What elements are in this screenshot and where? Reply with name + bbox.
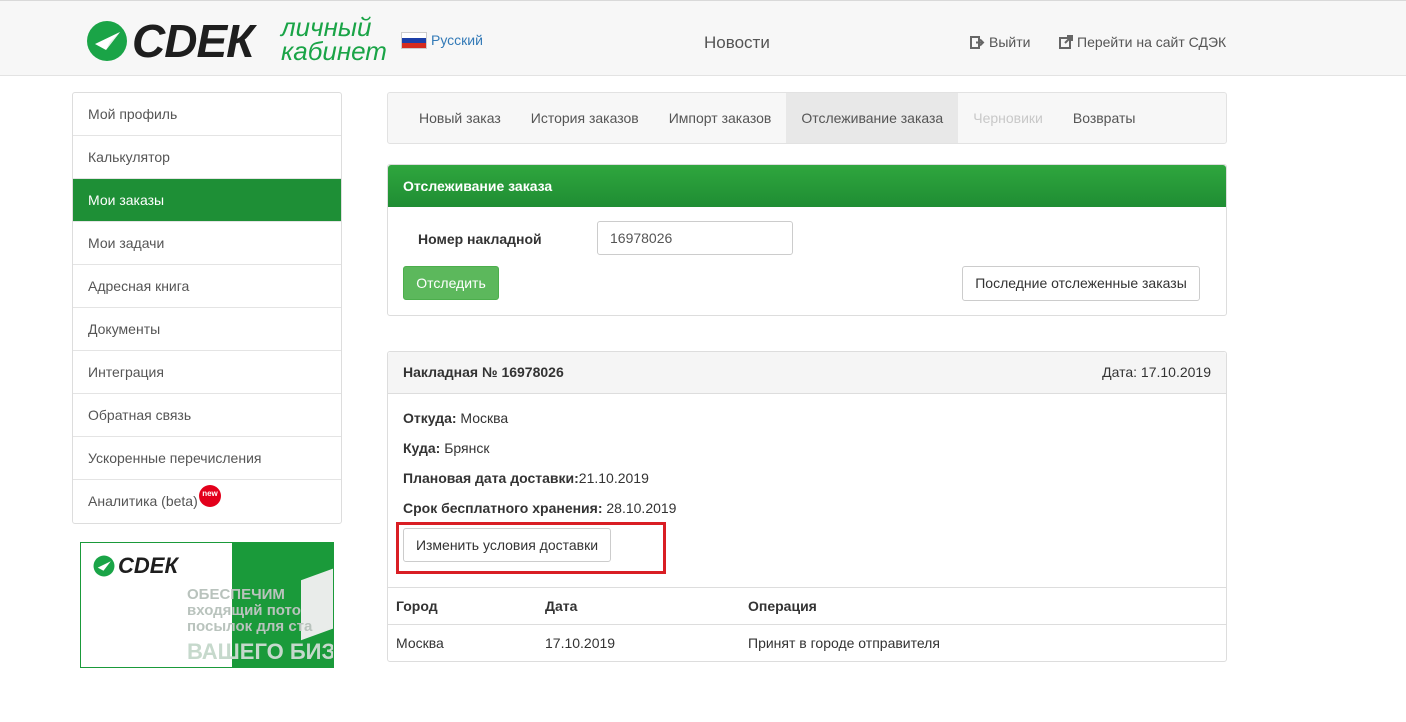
tab-import-orders[interactable]: Импорт заказов bbox=[654, 93, 787, 143]
russia-flag-icon bbox=[402, 32, 426, 48]
to-value: Брянск bbox=[444, 440, 490, 456]
banner-line-4: ВАШЕГО БИЗ bbox=[187, 639, 334, 664]
sidebar-item-calculator[interactable]: Калькулятор bbox=[73, 136, 341, 179]
storage-date-label: Срок бесплатного хранения: bbox=[403, 500, 603, 516]
info-to: Куда: Брянск bbox=[403, 440, 489, 456]
tracking-panel: Отслеживание заказа Номер накладной Отсл… bbox=[387, 164, 1227, 316]
banner-text: ОБЕСПЕЧИМ входящий пото посылок для ста bbox=[187, 587, 312, 635]
sidebar-item-address-book[interactable]: Адресная книга bbox=[73, 265, 341, 308]
language-selector[interactable]: Русский bbox=[402, 32, 483, 48]
info-storage-date: Срок бесплатного хранения: 28.10.2019 bbox=[403, 500, 676, 516]
cell-city: Москва bbox=[396, 635, 444, 651]
change-delivery-button[interactable]: Изменить условия доставки bbox=[403, 528, 611, 562]
planned-date-value: 21.10.2019 bbox=[578, 470, 649, 486]
banner-brand: СDЕК bbox=[118, 553, 178, 578]
to-label: Куда: bbox=[403, 440, 441, 456]
invoice-date: Дата: 17.10.2019 bbox=[1102, 364, 1211, 380]
brand-subtitle: личный кабинет bbox=[281, 14, 387, 66]
tab-order-history[interactable]: История заказов bbox=[516, 93, 654, 143]
sidebar-item-profile[interactable]: Мой профиль bbox=[73, 93, 341, 136]
banner-line-1: ОБЕСПЕЧИМ bbox=[187, 586, 285, 603]
column-header-date: Дата bbox=[545, 598, 578, 614]
banner-line-3: посылок для ста bbox=[187, 618, 313, 635]
invoice-panel-header: Накладная № 16978026 Дата: 17.10.2019 bbox=[388, 352, 1226, 394]
planned-date-label: Плановая дата доставки: bbox=[403, 470, 579, 486]
orders-tabs: Новый заказ История заказов Импорт заказ… bbox=[387, 92, 1227, 144]
column-header-city: Город bbox=[396, 598, 438, 614]
cell-operation: Принят в городе отправителя bbox=[748, 635, 940, 651]
external-link-icon bbox=[1059, 35, 1073, 49]
tab-drafts: Черновики bbox=[973, 110, 1043, 126]
brand-subtitle-line2: кабинет bbox=[281, 36, 387, 66]
go-to-site-link[interactable]: Перейти на сайт СДЭК bbox=[1059, 34, 1226, 50]
table-header-row: Город Дата Операция bbox=[388, 587, 1226, 624]
sidebar-item-my-orders[interactable]: Мои заказы bbox=[73, 179, 341, 222]
invoice-number-input[interactable] bbox=[597, 221, 793, 255]
logout-label: Выйти bbox=[989, 34, 1031, 50]
brand-name[interactable]: СDЕК bbox=[132, 13, 254, 69]
promo-banner[interactable]: СDЕК ОБЕСПЕЧИМ входящий пото посылок для… bbox=[80, 542, 334, 668]
cdek-logo-icon[interactable] bbox=[86, 20, 128, 62]
logout-link[interactable]: Выйти bbox=[970, 34, 1030, 50]
tab-new-order[interactable]: Новый заказ bbox=[404, 93, 516, 143]
language-label: Русский bbox=[431, 32, 483, 48]
top-bar: СDЕК личный кабинет Русский Новости Выйт… bbox=[0, 0, 1406, 76]
table-row: Москва 17.10.2019 Принят в городе отправ… bbox=[388, 624, 1226, 661]
sidebar-item-my-tasks[interactable]: Мои задачи bbox=[73, 222, 341, 265]
sidebar-item-analytics[interactable]: Аналитика (beta) new bbox=[73, 480, 341, 523]
sidebar-item-fast-transfers[interactable]: Ускоренные перечисления bbox=[73, 437, 341, 480]
go-to-site-label: Перейти на сайт СДЭК bbox=[1077, 34, 1227, 50]
storage-date-value: 28.10.2019 bbox=[606, 500, 677, 516]
new-badge: new bbox=[199, 485, 221, 507]
column-header-operation: Операция bbox=[748, 598, 817, 614]
track-button[interactable]: Отследить bbox=[403, 266, 499, 300]
tracking-history-table: Город Дата Операция Москва 17.10.2019 Пр… bbox=[388, 587, 1226, 661]
nav-news-link[interactable]: Новости bbox=[704, 33, 770, 53]
banner-logo: СDЕК bbox=[93, 553, 178, 579]
tab-returns[interactable]: Возвраты bbox=[1058, 93, 1151, 143]
sidebar-item-analytics-label: Аналитика (beta) bbox=[88, 493, 198, 509]
sidebar-item-documents[interactable]: Документы bbox=[73, 308, 341, 351]
cell-date: 17.10.2019 bbox=[545, 635, 616, 651]
info-from: Откуда: Москва bbox=[403, 410, 508, 426]
invoice-panel: Накладная № 16978026 Дата: 17.10.2019 От… bbox=[387, 351, 1227, 662]
from-value: Москва bbox=[460, 410, 509, 426]
tab-order-tracking[interactable]: Отслеживание заказа bbox=[786, 93, 959, 143]
invoice-title: Накладная № 16978026 bbox=[403, 364, 564, 380]
sidebar-item-integration[interactable]: Интеграция bbox=[73, 351, 341, 394]
sidebar-menu: Мой профиль Калькулятор Мои заказы Мои з… bbox=[72, 92, 342, 524]
sign-out-icon bbox=[970, 35, 985, 49]
from-label: Откуда: bbox=[403, 410, 457, 426]
info-planned-date: Плановая дата доставки:21.10.2019 bbox=[403, 470, 649, 486]
banner-line-2: входящий пото bbox=[187, 602, 301, 619]
banner-logo-icon bbox=[93, 555, 115, 577]
recent-tracked-orders-button[interactable]: Последние отслеженные заказы bbox=[962, 266, 1200, 301]
invoice-number-label: Номер накладной bbox=[418, 231, 542, 247]
sidebar-item-feedback[interactable]: Обратная связь bbox=[73, 394, 341, 437]
tracking-panel-title: Отслеживание заказа bbox=[388, 165, 1226, 207]
